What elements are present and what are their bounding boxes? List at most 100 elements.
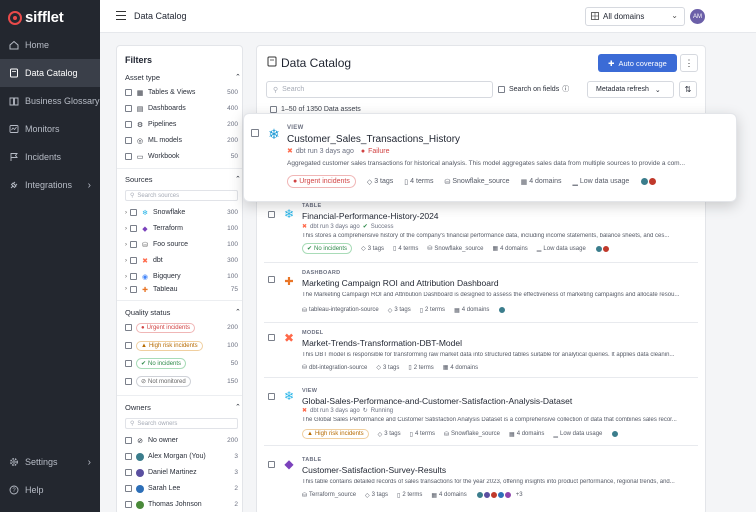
sidebar-item-data-catalog[interactable]: Data Catalog <box>0 59 100 87</box>
sidebar-item-business-glossary[interactable]: Business Glossary <box>0 87 100 115</box>
more-options-button[interactable]: ⋮ <box>680 54 698 72</box>
asset-type: TABLE <box>302 457 322 463</box>
checkbox[interactable] <box>125 105 132 112</box>
filter-source-foo[interactable]: › ⛁ Foo source 100 <box>125 238 238 251</box>
checkbox[interactable] <box>498 85 505 93</box>
quality-section-toggle[interactable]: Quality status ⌃ <box>125 308 241 317</box>
filter-source-snowflake[interactable]: › ❄ Snowflake 300 <box>125 206 238 219</box>
filter-source-terraform[interactable]: › ◆ Terraform 100 <box>125 222 238 235</box>
owners-section-toggle[interactable]: Owners ⌃ <box>125 403 241 412</box>
checkbox[interactable] <box>125 89 132 96</box>
chevron-right-icon[interactable]: › <box>125 286 127 292</box>
checkbox[interactable] <box>268 461 275 468</box>
catalog-search-input[interactable]: ⚲ Search <box>266 81 493 98</box>
checkbox[interactable] <box>268 393 275 400</box>
owner-avatars <box>640 177 658 186</box>
sidebar-item-home[interactable]: Home <box>0 31 100 59</box>
asset-name[interactable]: Global-Sales-Performance-and-Customer-Sa… <box>302 396 572 406</box>
filter-quality-no-incidents[interactable]: ✔ No incidents 50 <box>125 357 238 370</box>
filter-quality-high-risk[interactable]: ▲ High risk incidents 100 <box>125 339 238 352</box>
asset-name[interactable]: Marketing Campaign ROI and Attribution D… <box>302 278 499 288</box>
checkbox[interactable] <box>268 211 275 218</box>
chevron-right-icon[interactable]: › <box>125 226 127 232</box>
chevron-right-icon[interactable]: › <box>125 210 127 216</box>
checkbox[interactable] <box>130 241 137 248</box>
filter-owner-sarah[interactable]: Sarah Lee 2 <box>125 482 238 495</box>
asset-name[interactable]: Financial-Performance-History-2024 <box>302 211 439 221</box>
checkbox[interactable] <box>130 257 137 264</box>
sort-select[interactable]: Metadata refresh ⌄ <box>587 81 674 98</box>
search-on-fields-toggle[interactable]: Search on fields ⓘ <box>498 84 569 94</box>
asset-type: TABLE <box>302 203 322 209</box>
filter-source-bigquery[interactable]: › ◉ Bigquery 100 <box>125 270 238 283</box>
filter-quality-urgent[interactable]: ● Urgent incidents 200 <box>125 321 238 334</box>
chevron-right-icon[interactable]: › <box>125 242 127 248</box>
sidebar-item-incidents[interactable]: Incidents <box>0 143 100 171</box>
list-item[interactable]: ❄ VIEW Global-Sales-Performance-and-Cust… <box>264 380 698 446</box>
checkbox[interactable] <box>130 286 137 293</box>
filter-asset-ml-models[interactable]: ◎ ML models 200 <box>125 134 238 147</box>
filter-source-tableau[interactable]: › ✚ Tableau 75 <box>125 286 238 296</box>
list-item[interactable]: ◆ TABLE Customer-Satisfaction-Survey-Res… <box>264 448 698 512</box>
filter-owner-alex[interactable]: Alex Morgan (You) 3 <box>125 450 238 463</box>
checkbox[interactable] <box>125 342 132 349</box>
asset-name[interactable]: Customer-Satisfaction-Survey-Results <box>302 465 446 475</box>
chevron-right-icon[interactable]: › <box>125 258 127 264</box>
sidebar-item-settings[interactable]: Settings › <box>0 448 100 476</box>
checkbox[interactable] <box>125 437 132 444</box>
sidebar-item-integrations[interactable]: Integrations › <box>0 171 100 199</box>
checkbox[interactable] <box>125 324 132 331</box>
checkbox[interactable] <box>125 137 132 144</box>
sidebar-item-help[interactable]: ? Help <box>0 476 100 504</box>
highlighted-list-item[interactable]: ❄ VIEW Customer_Sales_Transactions_Histo… <box>243 113 737 202</box>
filter-asset-dashboards[interactable]: ▤ Dashboards 400 <box>125 102 238 115</box>
owners-search-input[interactable]: ⚲ Search owners <box>125 418 238 429</box>
select-all-checkbox[interactable] <box>270 106 277 113</box>
info-icon[interactable]: ⓘ <box>562 84 569 94</box>
list-item[interactable]: ✖ MODEL Market-Trends-Transformation-DBT… <box>264 325 698 378</box>
asset-name[interactable]: Market-Trends-Transformation-DBT-Model <box>302 338 462 348</box>
checkbox[interactable] <box>125 360 132 367</box>
filter-asset-tables[interactable]: ▦ Tables & Views 500 <box>125 86 238 99</box>
filter-asset-workbook[interactable]: ▭ Workbook 50 <box>125 150 238 163</box>
tableau-icon: ✚ <box>142 287 148 294</box>
checkbox[interactable] <box>268 276 275 283</box>
checkbox[interactable] <box>125 485 132 492</box>
checkbox[interactable] <box>125 378 132 385</box>
list-item[interactable]: ✚ DASHBOARD Marketing Campaign ROI and A… <box>264 265 698 323</box>
checkbox[interactable] <box>251 129 259 137</box>
filter-quality-not-monitored[interactable]: ⊘ Not monitored 150 <box>125 375 238 388</box>
filter-source-dbt[interactable]: › ✖ dbt 300 <box>125 254 238 267</box>
sources-search-input[interactable]: ⚲ Search sources <box>125 190 238 201</box>
auto-coverage-button[interactable]: ✚ Auto coverage <box>598 54 677 72</box>
checkbox-label: Search on fields <box>509 85 560 93</box>
menu-icon[interactable] <box>116 11 126 20</box>
checkbox[interactable] <box>125 121 132 128</box>
filter-asset-pipelines[interactable]: ⚙ Pipelines 200 <box>125 118 238 131</box>
checkbox[interactable] <box>125 501 132 508</box>
checkbox[interactable] <box>125 453 132 460</box>
filter-label: Snowflake <box>153 209 186 216</box>
sidebar-item-monitors[interactable]: Monitors <box>0 115 100 143</box>
checkbox[interactable] <box>125 153 132 160</box>
list-item[interactable]: ❄ TABLE Financial-Performance-History-20… <box>264 198 698 263</box>
checkbox[interactable] <box>130 273 137 280</box>
user-avatar[interactable]: AM <box>690 9 705 24</box>
checkbox[interactable] <box>268 334 275 341</box>
sort-direction-button[interactable]: ⇅ <box>679 81 697 98</box>
terms-text: 2 terms <box>425 307 446 313</box>
filter-label: Workbook <box>148 153 180 160</box>
checkbox[interactable] <box>130 209 137 216</box>
checkbox[interactable] <box>125 469 132 476</box>
filter-owner-thomas[interactable]: Thomas Johnson 2 <box>125 498 238 511</box>
sources-section-toggle[interactable]: Sources ⌃ <box>125 175 241 184</box>
checkbox[interactable] <box>130 225 137 232</box>
asset-type-section-toggle[interactable]: Asset type ⌃ <box>125 73 241 82</box>
filter-owner-none[interactable]: ⊘ No owner 200 <box>125 434 238 447</box>
filter-owner-daniel[interactable]: Daniel Martinez 3 <box>125 466 238 479</box>
chevron-right-icon[interactable]: › <box>125 274 127 280</box>
asset-name[interactable]: Customer_Sales_Transactions_History <box>287 134 460 145</box>
chevron-right-icon: › <box>87 456 91 468</box>
logo[interactable]: sifflet <box>8 9 64 26</box>
domain-select[interactable]: All domains ⌄ <box>585 7 685 26</box>
